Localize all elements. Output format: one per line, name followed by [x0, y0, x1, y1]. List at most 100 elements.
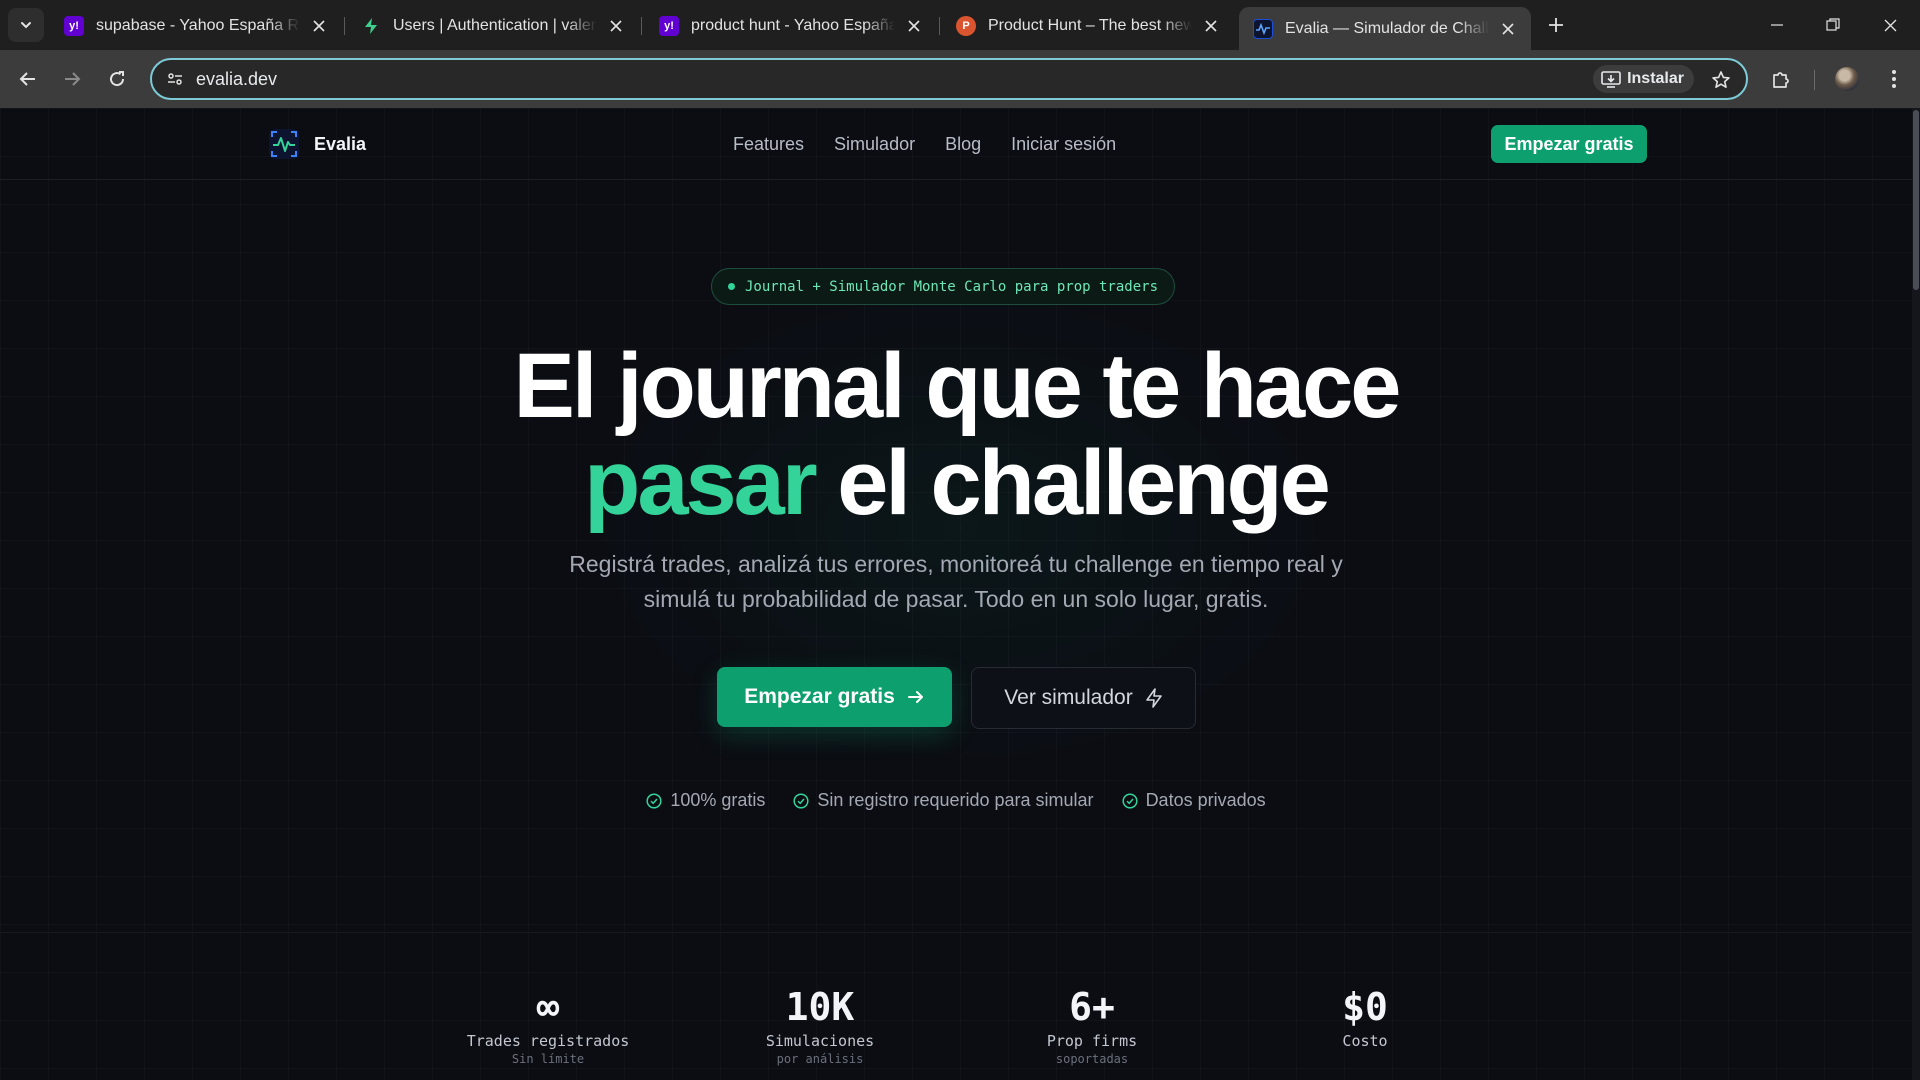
- new-tab-button[interactable]: [1542, 11, 1570, 39]
- stat-label: Prop firms: [1046, 1032, 1138, 1050]
- scrollbar-thumb[interactable]: [1913, 110, 1919, 290]
- hero-badge: Journal + Simulador Monte Carlo para pro…: [711, 268, 1176, 305]
- stat-value: $0: [1342, 985, 1388, 1029]
- toolbar-divider: [1814, 70, 1815, 90]
- install-app-button[interactable]: Instalar: [1593, 65, 1694, 93]
- start-free-label: Empezar gratis: [744, 685, 895, 708]
- check-circle-icon: [646, 792, 662, 809]
- brand-name: Evalia: [314, 133, 367, 154]
- headline-accent: pasar: [584, 432, 817, 534]
- status-dot: [728, 283, 735, 290]
- stat-sublabel: soportadas: [1055, 1052, 1129, 1066]
- hero-headline-line2: pasar el challenge: [0, 435, 1912, 531]
- nav-link-login[interactable]: Iniciar sesión: [1011, 134, 1116, 155]
- tab-separator: [641, 17, 642, 35]
- evalia-icon: [1253, 18, 1273, 39]
- hero-subtitle-line2: simulá tu probabilidad de pasar. Todo en…: [643, 586, 1269, 612]
- arrow-right-icon: [907, 691, 923, 703]
- tab-title: Product Hunt – The best new products: [988, 16, 1192, 34]
- forward-button[interactable]: [54, 61, 90, 97]
- address-bar[interactable]: evalia.dev Instalar: [150, 58, 1748, 100]
- address-url[interactable]: evalia.dev: [196, 69, 277, 90]
- tab-title: Evalia — Simulador de Challenge: [1285, 19, 1489, 37]
- nav-link-features[interactable]: Features: [733, 134, 804, 155]
- check-label: 100% gratis: [670, 790, 766, 810]
- tab-search-button[interactable]: [8, 8, 44, 42]
- check-circle-icon: [793, 792, 809, 809]
- tab-title: supabase - Yahoo España Resultados: [96, 16, 300, 34]
- hero-headline-line1: El journal que te hace: [513, 335, 1402, 437]
- tab-separator: [939, 17, 940, 35]
- main-nav: Features Simulador Blog Iniciar sesión: [733, 134, 1116, 155]
- nav-link-blog[interactable]: Blog: [945, 134, 981, 155]
- stat-sublabel: Sin límite: [511, 1052, 585, 1066]
- browser-tab[interactable]: P Product Hunt – The best new products: [942, 7, 1234, 44]
- feature-checks: 100% gratis Sin registro requerido para …: [0, 790, 1912, 811]
- check-circle-icon: [1122, 792, 1138, 809]
- header-start-free-button[interactable]: Empezar gratis: [1491, 125, 1647, 163]
- stat-trades: ∞ Trades registrados Sin límite: [438, 984, 658, 1066]
- site-info-icon[interactable]: [162, 66, 188, 92]
- browser-tab[interactable]: y! product hunt - Yahoo España Resultado…: [645, 7, 937, 44]
- browser-tab-active[interactable]: Evalia — Simulador de Challenge: [1239, 7, 1531, 50]
- close-icon[interactable]: [1497, 18, 1519, 40]
- arrow-right-icon: [65, 72, 81, 86]
- check-item: Datos privados: [1122, 790, 1266, 811]
- back-button[interactable]: [10, 61, 46, 97]
- stat-simulations: 10K Simulaciones por análisis: [710, 984, 930, 1066]
- stat-value: ∞: [536, 985, 560, 1029]
- chevron-down-icon: [21, 22, 31, 29]
- tab-title: Users | Authentication | valenab: [393, 16, 597, 34]
- stat-prop-firms: 6+ Prop firms soportadas: [982, 984, 1202, 1066]
- view-simulator-label: Ver simulador: [1004, 686, 1133, 709]
- supabase-icon: [361, 16, 381, 36]
- start-free-button[interactable]: Empezar gratis: [717, 667, 952, 727]
- reload-icon: [110, 71, 125, 87]
- browser-menu-button[interactable]: [1876, 61, 1912, 97]
- browser-tab-strip: y! supabase - Yahoo España Resultados Us…: [0, 0, 1920, 50]
- close-icon[interactable]: [605, 15, 627, 37]
- install-icon: [1601, 71, 1621, 88]
- stat-label: Trades registrados: [466, 1032, 630, 1050]
- browser-tab[interactable]: Users | Authentication | valenab: [347, 7, 639, 44]
- view-simulator-button[interactable]: Ver simulador: [971, 667, 1196, 729]
- tab-separator: [344, 17, 345, 35]
- check-item: 100% gratis: [646, 790, 765, 811]
- bookmark-star-icon[interactable]: [1708, 67, 1734, 93]
- check-item: Sin registro requerido para simular: [793, 790, 1094, 811]
- brand[interactable]: Evalia: [268, 128, 366, 160]
- browser-toolbar: evalia.dev Instalar: [0, 50, 1920, 108]
- lightning-icon: [1145, 688, 1162, 708]
- section-divider: [0, 932, 1912, 933]
- page-viewport: Evalia Features Simulador Blog Iniciar s…: [0, 108, 1920, 1080]
- profile-avatar[interactable]: [1835, 67, 1859, 91]
- restore-button[interactable]: [1806, 0, 1860, 50]
- plus-icon: [1549, 18, 1563, 32]
- stat-value: 6+: [1069, 985, 1115, 1029]
- page-scrollbar[interactable]: [1912, 108, 1920, 1080]
- puzzle-icon: [1773, 72, 1789, 88]
- badge-text: Journal + Simulador Monte Carlo para pro…: [745, 278, 1159, 295]
- evalia-logo-icon: [269, 129, 299, 159]
- stat-sublabel: por análisis: [776, 1052, 864, 1066]
- close-icon[interactable]: [308, 15, 330, 37]
- minimize-button[interactable]: [1750, 0, 1804, 50]
- install-label: Instalar: [1627, 70, 1684, 87]
- close-icon[interactable]: [1200, 15, 1222, 37]
- window-close-button[interactable]: [1863, 0, 1917, 50]
- reload-button[interactable]: [99, 61, 135, 97]
- minimize-icon: [1771, 24, 1783, 26]
- restore-icon: [1826, 18, 1840, 31]
- close-icon: [1884, 19, 1896, 31]
- stat-label: Simulaciones: [765, 1032, 875, 1050]
- stat-cost: $0 Costo: [1255, 984, 1475, 1052]
- close-icon[interactable]: [903, 15, 925, 37]
- nav-link-simulador[interactable]: Simulador: [834, 134, 915, 155]
- check-label: Sin registro requerido para simular: [817, 790, 1094, 810]
- check-label: Datos privados: [1145, 790, 1266, 810]
- browser-tab[interactable]: y! supabase - Yahoo España Resultados: [50, 7, 342, 44]
- extensions-button[interactable]: [1763, 61, 1799, 97]
- headline-rest: el challenge: [837, 432, 1331, 534]
- yahoo-icon: y!: [659, 15, 679, 36]
- producthunt-icon: P: [956, 15, 976, 36]
